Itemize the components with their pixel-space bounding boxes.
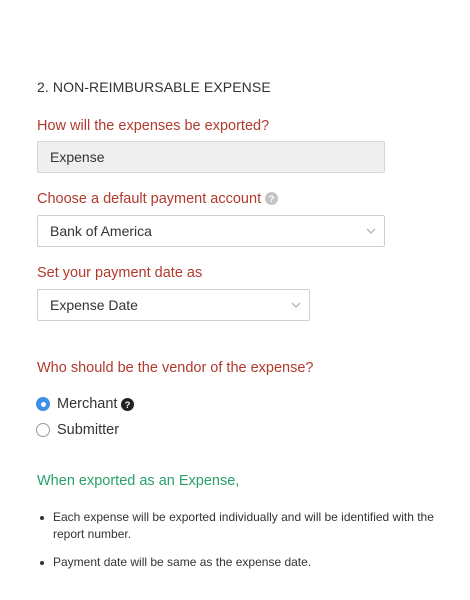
- non-reimbursable-expense-settings: 2. NON-REIMBURSABLE EXPENSE How will the…: [0, 0, 470, 600]
- question-circle-icon[interactable]: ?: [121, 397, 135, 411]
- info-bullet: Payment date will be same as the expense…: [37, 554, 462, 571]
- payment-account-label-row: Choose a default payment account?: [37, 191, 279, 207]
- svg-text:?: ?: [125, 400, 131, 411]
- export-type-value: Expense: [50, 149, 105, 165]
- payment-date-select[interactable]: Expense Date: [37, 289, 310, 321]
- svg-text:?: ?: [269, 194, 275, 205]
- export-type-field: Expense: [37, 141, 385, 173]
- vendor-option-merchant[interactable]: Merchant ?: [36, 395, 135, 413]
- vendor-option-label: Merchant: [57, 396, 118, 412]
- info-bullet: Each expense will be exported individual…: [37, 509, 462, 543]
- info-title: When exported as an Expense,: [37, 473, 240, 489]
- vendor-option-label: Submitter: [57, 422, 120, 438]
- chevron-down-icon: [366, 228, 376, 234]
- section-title: 2. NON-REIMBURSABLE EXPENSE: [37, 79, 271, 95]
- payment-date-label: Set your payment date as: [37, 265, 203, 281]
- vendor-label: Who should be the vendor of the expense?: [37, 360, 314, 376]
- radio-unselected[interactable]: [36, 423, 50, 437]
- vendor-option-submitter[interactable]: Submitter: [36, 421, 119, 439]
- payment-account-select[interactable]: Bank of America: [37, 215, 385, 247]
- info-bullet-list: Each expense will be exported individual…: [37, 509, 462, 582]
- export-type-label: How will the expenses be exported?: [37, 118, 270, 134]
- radio-selected[interactable]: [36, 397, 50, 411]
- question-circle-icon[interactable]: ?: [265, 192, 279, 205]
- payment-account-value: Bank of America: [50, 223, 152, 239]
- chevron-down-icon: [291, 302, 301, 308]
- payment-account-label: Choose a default payment account: [37, 191, 262, 207]
- payment-date-value: Expense Date: [50, 297, 138, 313]
